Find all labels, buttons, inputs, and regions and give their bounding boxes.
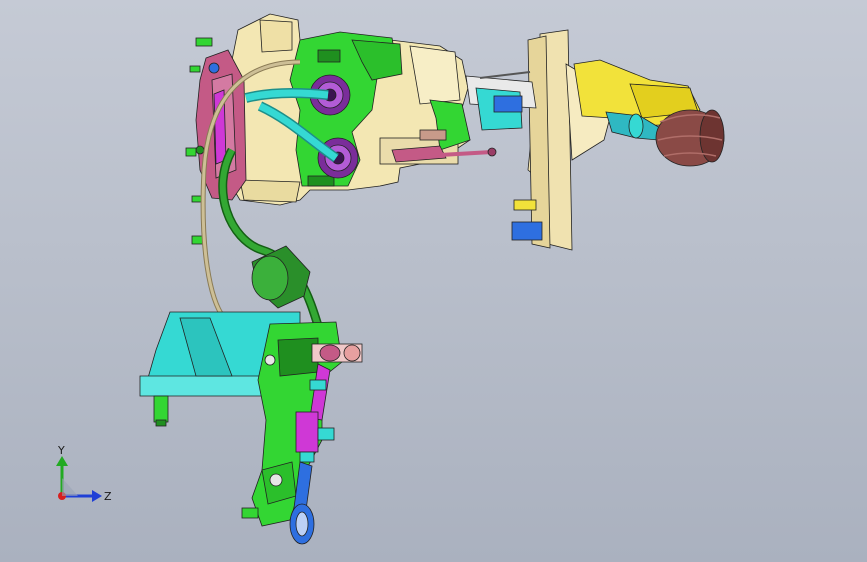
y-axis-head (56, 456, 68, 466)
shifter-assembly-model[interactable] (139, 13, 725, 545)
shift-knob (655, 109, 725, 167)
y-axis-label: Y (57, 444, 65, 457)
3d-viewport[interactable]: Y Z (0, 0, 867, 562)
orientation-triad: Y Z (56, 444, 112, 503)
z-axis-label: Z (104, 490, 112, 503)
z-axis-head (92, 490, 102, 502)
shift-connector (465, 71, 537, 131)
triad-plane-wedge (62, 478, 78, 496)
selector-head (311, 343, 363, 363)
cable-damper (251, 245, 311, 309)
